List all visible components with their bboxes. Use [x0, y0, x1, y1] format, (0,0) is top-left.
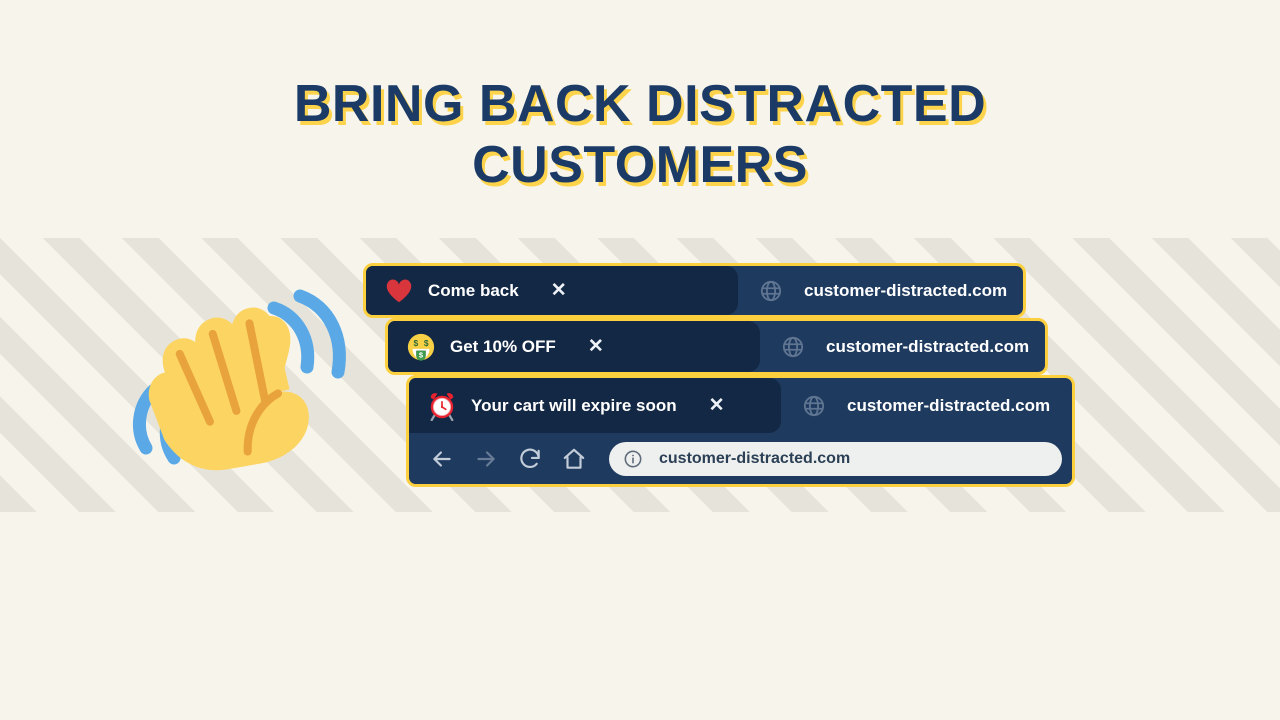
notification-close-icon[interactable]: ✕: [547, 279, 571, 302]
notification-domain: customer-distracted.com: [804, 280, 1008, 300]
notification-right-panel: customer-distracted.com: [738, 266, 1023, 315]
notification-close-icon[interactable]: ✕: [705, 394, 729, 417]
notification-left-panel: $ $ $ Get 10% OFF ✕: [388, 321, 760, 372]
globe-icon: [782, 336, 804, 358]
reload-icon[interactable]: [513, 442, 547, 476]
money-mouth-face-icon: $ $ $: [406, 332, 436, 362]
info-circle-icon[interactable]: [623, 449, 643, 469]
notification-left-panel: Your cart will expire soon ✕: [409, 378, 781, 433]
address-bar[interactable]: customer-distracted.com: [609, 441, 1062, 476]
notification-right-panel: customer-distracted.com: [760, 321, 1045, 372]
alarm-clock-icon: [427, 391, 457, 421]
notification-card-body: $ $ $ Get 10% OFF ✕ customer-distracted.…: [388, 321, 1045, 372]
poster-canvas: BRING BACK DISTRACTED CUSTOMERS Come bac…: [0, 0, 1280, 720]
notification-domain: customer-distracted.com: [826, 336, 1030, 356]
globe-icon: [803, 395, 825, 417]
notification-title: Come back: [428, 280, 519, 300]
notification-title: Your cart will expire soon: [471, 395, 677, 415]
svg-text:$: $: [424, 338, 429, 348]
notification-close-icon[interactable]: ✕: [584, 335, 608, 358]
forward-arrow-icon[interactable]: [469, 442, 503, 476]
home-icon[interactable]: [557, 442, 591, 476]
heart-icon: [384, 276, 414, 306]
address-bar-text: customer-distracted.com: [659, 449, 851, 467]
back-arrow-icon[interactable]: [425, 442, 459, 476]
page-title: BRING BACK DISTRACTED CUSTOMERS: [293, 75, 987, 195]
notification-card[interactable]: $ $ $ Get 10% OFF ✕ customer-distracted.…: [385, 318, 1048, 375]
notification-title: Get 10% OFF: [450, 336, 556, 356]
notification-card-body: Come back ✕ customer-distracted.com: [366, 266, 1023, 315]
notification-domain: customer-distracted.com: [847, 395, 1051, 415]
notification-card-with-browser[interactable]: Your cart will expire soon ✕ customer-di…: [406, 375, 1075, 487]
browser-toolbar: customer-distracted.com: [409, 433, 1072, 484]
svg-text:$: $: [414, 338, 419, 348]
notification-left-panel: Come back ✕: [366, 266, 738, 315]
waving-hand-icon: [108, 268, 352, 474]
notification-right-panel: customer-distracted.com: [781, 378, 1072, 433]
notification-card[interactable]: Come back ✕ customer-distracted.com: [363, 263, 1026, 318]
notification-card-body: Your cart will expire soon ✕ customer-di…: [409, 378, 1072, 433]
globe-icon: [760, 280, 782, 302]
